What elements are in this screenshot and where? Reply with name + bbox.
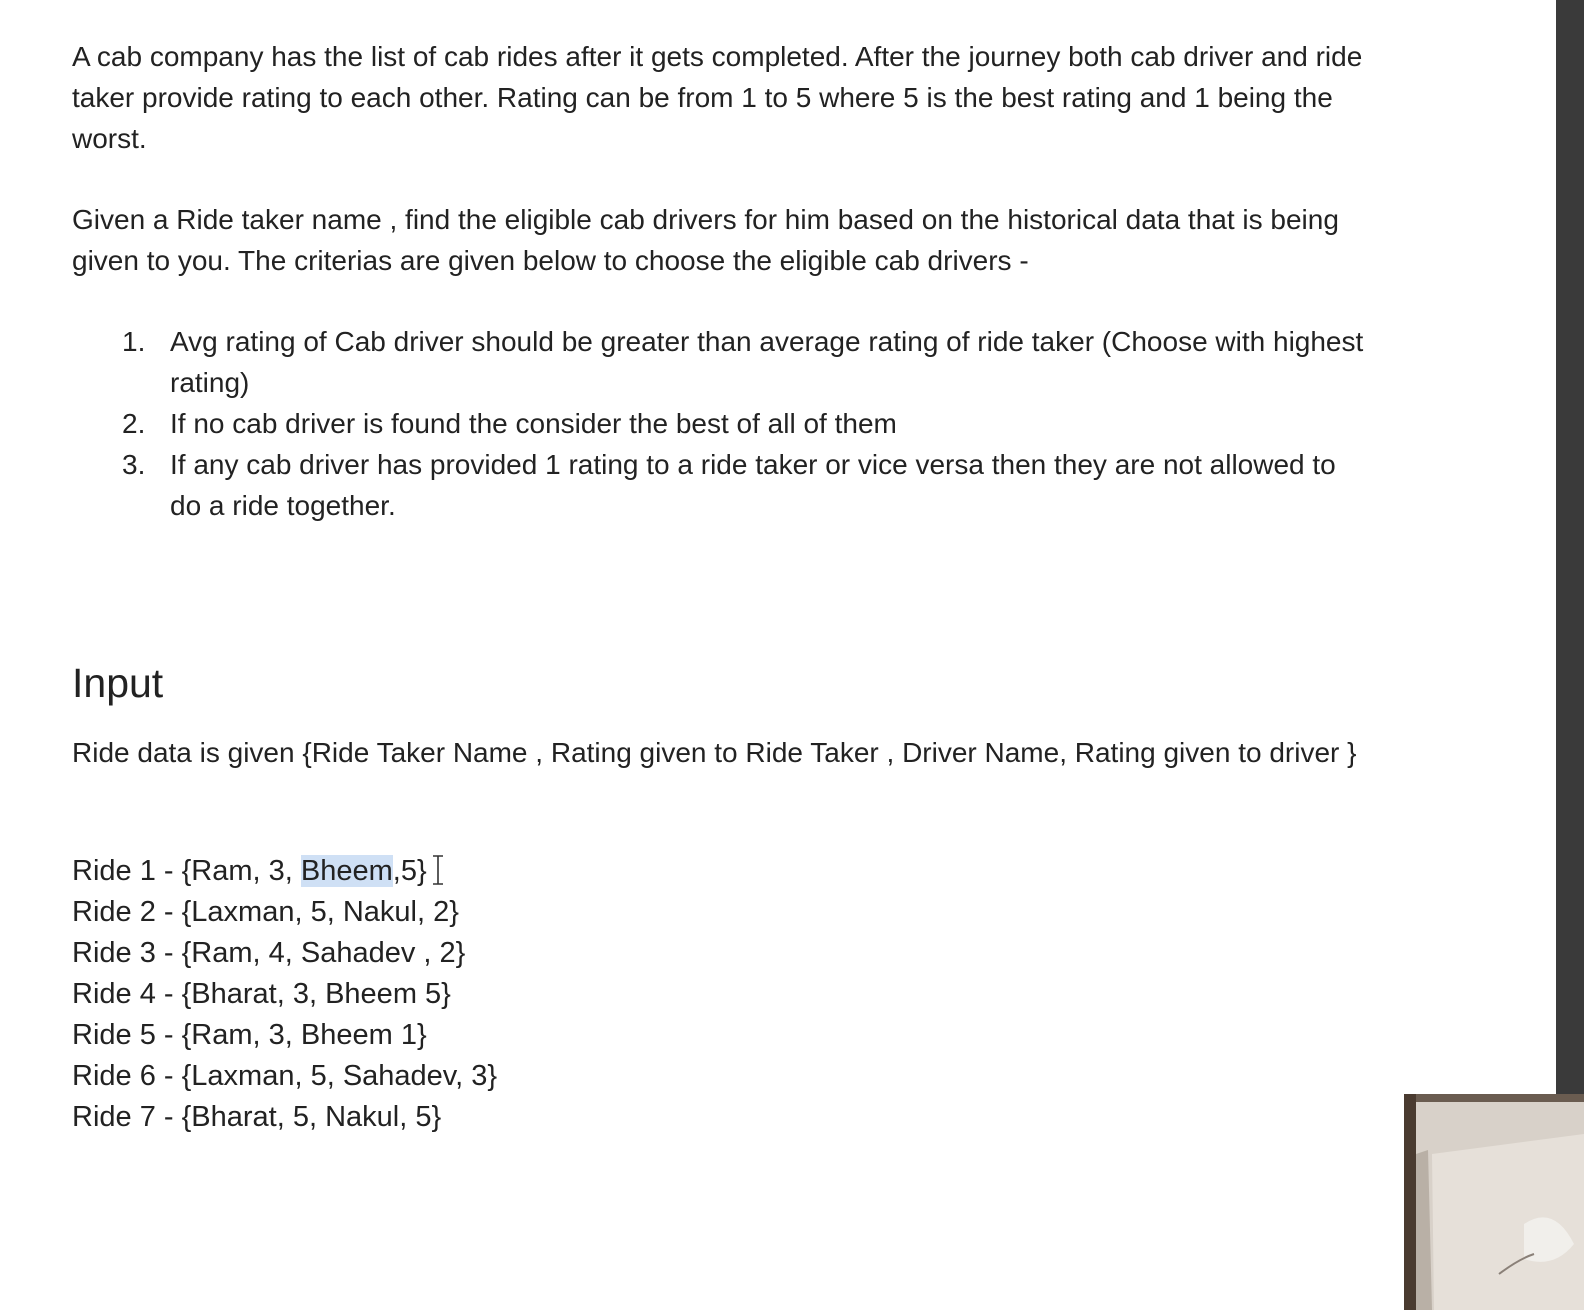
criteria-item-1: 1. Avg rating of Cab driver should be gr… [72,321,1372,403]
criteria-item-3: 3. If any cab driver has provided 1 rati… [72,444,1372,526]
selected-text[interactable]: Bheem [300,855,393,887]
input-description: Ride data is given {Ride Taker Name , Ra… [72,737,1357,768]
ride-line-3[interactable]: Ride 3 - {Ram, 4, Sahadev , 2} [72,933,1372,974]
criteria-item-2: 2. If no cab driver is found the conside… [72,403,1372,444]
criteria-number: 3. [122,449,146,480]
ride-list: Ride 1 - {Ram, 3, Bheem,5} Ride 2 - {Lax… [72,851,1372,1138]
intro-paragraph-2: Given a Ride taker name , find the eligi… [72,204,1339,276]
ride-line-7[interactable]: Ride 7 - {Bharat, 5, Nakul, 5} [72,1097,1372,1138]
ride-line-1[interactable]: Ride 1 - {Ram, 3, Bheem,5} [72,851,1372,892]
input-heading: Input [72,660,164,706]
intro-paragraph-1: A cab company has the list of cab rides … [72,41,1363,154]
ride-line-4[interactable]: Ride 4 - {Bharat, 3, Bheem 5} [72,974,1372,1015]
ride-1-text-start: Ride 1 - {Ram, 3, [72,855,301,887]
criteria-list: 1. Avg rating of Cab driver should be gr… [72,321,1372,526]
ride-1-text-end: ,5} [392,855,427,887]
document-content: A cab company has the list of cab rides … [72,36,1372,1138]
criteria-text: If any cab driver has provided 1 rating … [170,449,1336,521]
webcam-image [1404,1094,1584,1310]
ride-line-6[interactable]: Ride 6 - {Laxman, 5, Sahadev, 3} [72,1056,1372,1097]
ride-line-2[interactable]: Ride 2 - {Laxman, 5, Nakul, 2} [72,892,1372,933]
webcam-thumbnail [1404,1094,1584,1310]
criteria-number: 2. [122,408,146,439]
criteria-text: Avg rating of Cab driver should be great… [170,326,1364,398]
ride-line-5[interactable]: Ride 5 - {Ram, 3, Bheem 1} [72,1015,1372,1056]
criteria-text: If no cab driver is found the consider t… [170,408,897,439]
criteria-number: 1. [122,326,146,357]
document-page: A cab company has the list of cab rides … [0,0,1556,1310]
i-beam-cursor-icon [431,854,445,886]
